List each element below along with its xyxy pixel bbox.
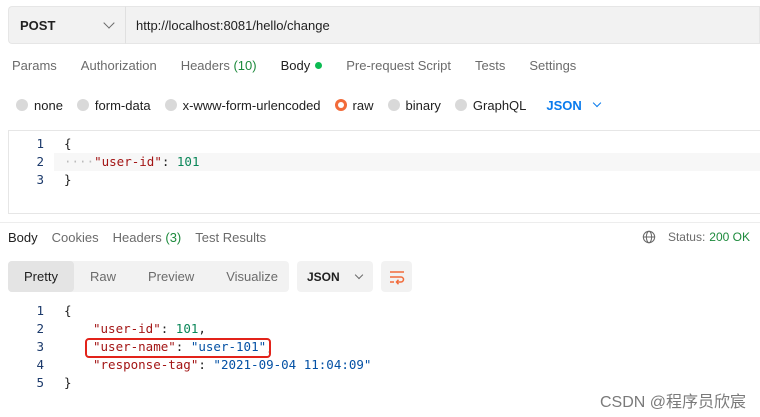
radio-checked-icon[interactable]: [334, 99, 347, 111]
watermark-text: CSDN @程序员欣宸: [599, 394, 746, 411]
resp-tab-headers-count: (3): [165, 230, 182, 245]
code-brace-open: {: [64, 136, 72, 151]
tab-pre-request-script[interactable]: Pre-request Script: [346, 58, 451, 80]
json-comma: ,: [198, 321, 206, 336]
request-tabs: Params Authorization Headers (10) Body P…: [12, 58, 600, 80]
json-separator: :: [160, 321, 176, 336]
body-type-urlencoded[interactable]: x-www-form-urlencoded: [164, 97, 321, 113]
code-brace-close: }: [64, 375, 72, 390]
line-number: 2: [36, 154, 44, 169]
body-type-raw[interactable]: raw: [334, 97, 374, 113]
response-format-select[interactable]: JSON: [297, 261, 373, 292]
status-label: Status:: [667, 230, 706, 244]
tab-headers-label: Headers: [180, 58, 230, 73]
globe-icon[interactable]: [642, 230, 656, 244]
body-type-binary[interactable]: binary: [387, 97, 441, 113]
radio-label: form-data: [94, 97, 151, 113]
view-tab-raw[interactable]: Raw: [74, 261, 132, 292]
tab-body-label: Body: [280, 58, 311, 73]
json-number-value: 101: [176, 154, 200, 169]
tab-tests[interactable]: Tests: [475, 58, 505, 80]
code-line: "response-tag": "2021-09-04 11:04:09": [93, 356, 371, 374]
status-value: 200 OK: [709, 230, 750, 244]
line-number: 3: [36, 172, 44, 187]
response-status: Status: 200 OK: [642, 230, 750, 244]
wrap-lines-button[interactable]: [381, 261, 412, 292]
response-view-tabs: Pretty Raw Preview Visualize: [8, 261, 289, 292]
resp-tab-body[interactable]: Body: [8, 230, 38, 250]
tab-headers[interactable]: Headers (10): [181, 58, 257, 80]
radio-label: none: [34, 97, 63, 113]
radio-icon[interactable]: [164, 99, 177, 111]
request-bar: POST http://localhost:8081/hello/change: [8, 6, 760, 44]
radio-icon[interactable]: [76, 99, 89, 111]
json-separator: :: [161, 154, 177, 169]
code-brace-open: {: [64, 303, 72, 318]
body-type-form-data[interactable]: form-data: [76, 97, 151, 113]
view-tab-visualize[interactable]: Visualize: [210, 261, 294, 292]
method-label: POST: [20, 17, 56, 33]
indent-guide: ····: [64, 154, 95, 169]
line-number: 4: [36, 357, 44, 372]
chevron-down-icon: [592, 98, 602, 108]
json-separator: :: [198, 357, 214, 372]
body-indicator-dot: [315, 62, 323, 69]
section-divider: [0, 222, 760, 223]
body-type-none[interactable]: none: [16, 98, 63, 113]
radio-label: binary: [405, 97, 441, 113]
json-key: "user-id": [93, 321, 161, 336]
radio-icon[interactable]: [454, 99, 467, 111]
line-number: 1: [36, 136, 44, 151]
raw-format-select[interactable]: JSON: [546, 97, 602, 113]
code-line: ····"user-id": 101: [64, 153, 199, 171]
code-brace-close: }: [64, 172, 72, 187]
highlight-box: [85, 338, 271, 358]
radio-label: x-www-form-urlencoded: [182, 97, 321, 113]
view-tab-preview[interactable]: Preview: [132, 261, 210, 292]
tab-headers-count: (10): [233, 58, 257, 73]
radio-icon[interactable]: [387, 99, 400, 111]
view-tab-pretty[interactable]: Pretty: [8, 261, 74, 292]
body-type-options: none form-data x-www-form-urlencoded raw…: [16, 96, 602, 114]
resp-tab-cookies[interactable]: Cookies: [52, 230, 99, 250]
radio-icon[interactable]: [16, 99, 28, 111]
line-number: 2: [36, 321, 44, 336]
url-input[interactable]: http://localhost:8081/hello/change: [125, 6, 760, 44]
chevron-down-icon: [103, 17, 115, 29]
method-select[interactable]: POST: [8, 6, 125, 44]
resp-tab-test-results[interactable]: Test Results: [195, 230, 266, 250]
json-number-value: 101: [175, 321, 199, 336]
json-string-value: "2021-09-04 11:04:09": [213, 357, 372, 372]
code-line: "user-id": 101,: [93, 320, 206, 338]
chevron-down-icon: [354, 270, 363, 279]
line-number: 5: [36, 375, 44, 390]
radio-label: raw: [352, 97, 374, 113]
raw-format-label: JSON: [546, 97, 582, 113]
body-type-graphql[interactable]: GraphQL: [454, 97, 527, 113]
json-key: "user-id": [94, 154, 162, 169]
json-key: "response-tag": [93, 357, 199, 372]
response-format-label: JSON: [307, 269, 340, 284]
request-body-editor[interactable]: [8, 130, 760, 214]
wrap-lines-icon: [389, 270, 404, 285]
url-text: http://localhost:8081/hello/change: [136, 17, 330, 33]
tab-params[interactable]: Params: [12, 58, 57, 80]
tab-authorization[interactable]: Authorization: [81, 58, 157, 80]
tab-body[interactable]: Body: [281, 58, 323, 80]
tab-settings[interactable]: Settings: [529, 58, 576, 80]
line-number: 3: [36, 339, 44, 354]
resp-tab-headers-label: Headers: [112, 230, 162, 245]
resp-tab-headers[interactable]: Headers (3): [113, 230, 182, 250]
response-tabs: Body Cookies Headers (3) Test Results: [8, 230, 280, 250]
radio-label: GraphQL: [472, 97, 527, 113]
line-number: 1: [36, 303, 44, 318]
